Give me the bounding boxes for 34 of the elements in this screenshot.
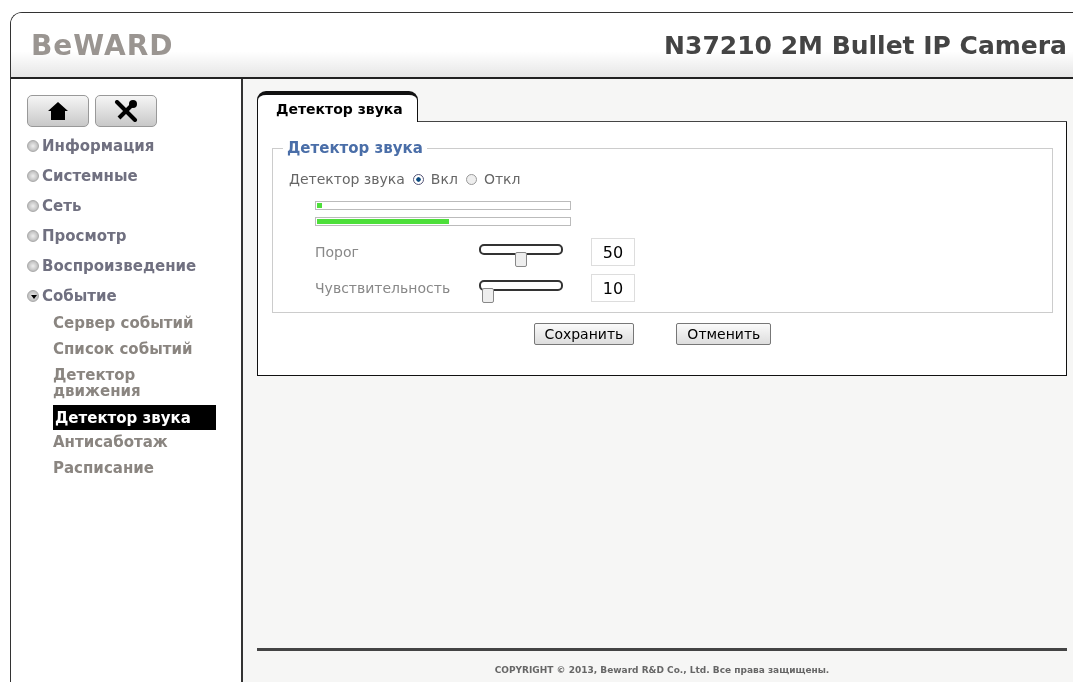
value-field[interactable]: 10 bbox=[591, 274, 635, 302]
settings-button[interactable] bbox=[95, 95, 157, 127]
tab[interactable]: Детектор звука bbox=[257, 91, 418, 122]
nav-item[interactable]: Информация bbox=[27, 131, 241, 161]
nav-subitem[interactable]: Детектор движения bbox=[53, 363, 214, 405]
nav-subitem[interactable]: Сервер событий bbox=[53, 311, 214, 337]
nav-item[interactable]: Событие bbox=[27, 281, 241, 311]
tools-icon bbox=[114, 100, 138, 122]
nav-item[interactable]: Просмотр bbox=[27, 221, 241, 251]
value-field[interactable]: 50 bbox=[591, 238, 635, 266]
slider-label: Чувствительность bbox=[315, 280, 452, 296]
group-legend: Детектор звука bbox=[283, 139, 427, 157]
home-icon bbox=[47, 101, 69, 121]
home-button[interactable] bbox=[27, 95, 89, 127]
nav-item[interactable]: Сеть bbox=[27, 191, 241, 221]
radio-label: Вкл bbox=[430, 171, 458, 187]
radio-button[interactable] bbox=[412, 173, 424, 185]
copyright-text: COPYRIGHT © 2013, Beward R&D Co., Ltd. Все права защищены. bbox=[494, 665, 830, 675]
action-button[interactable]: Сохранить bbox=[533, 323, 635, 345]
nav-subitem[interactable]: Список событий bbox=[53, 337, 214, 363]
nav-subitem[interactable]: Антисаботаж bbox=[53, 430, 214, 456]
nav-subitem[interactable]: Расписание bbox=[53, 456, 214, 482]
radio-label: Откл bbox=[483, 171, 521, 187]
slider-thumb[interactable] bbox=[481, 288, 494, 303]
action-button[interactable]: Отменить bbox=[676, 323, 772, 345]
field-label: Детектор звука bbox=[289, 171, 405, 187]
nav-subitem[interactable]: Детектор звука bbox=[53, 405, 216, 430]
logo: BeWARD bbox=[31, 28, 174, 62]
slider-label: Порог bbox=[315, 244, 360, 260]
nav-item[interactable]: Воспроизведение bbox=[27, 251, 241, 281]
radio-button[interactable] bbox=[465, 173, 477, 185]
slider-thumb[interactable] bbox=[515, 252, 527, 267]
nav-item[interactable]: Системные bbox=[27, 161, 241, 191]
camera-title: N37210 2M Bullet IP Camera bbox=[664, 30, 1067, 60]
